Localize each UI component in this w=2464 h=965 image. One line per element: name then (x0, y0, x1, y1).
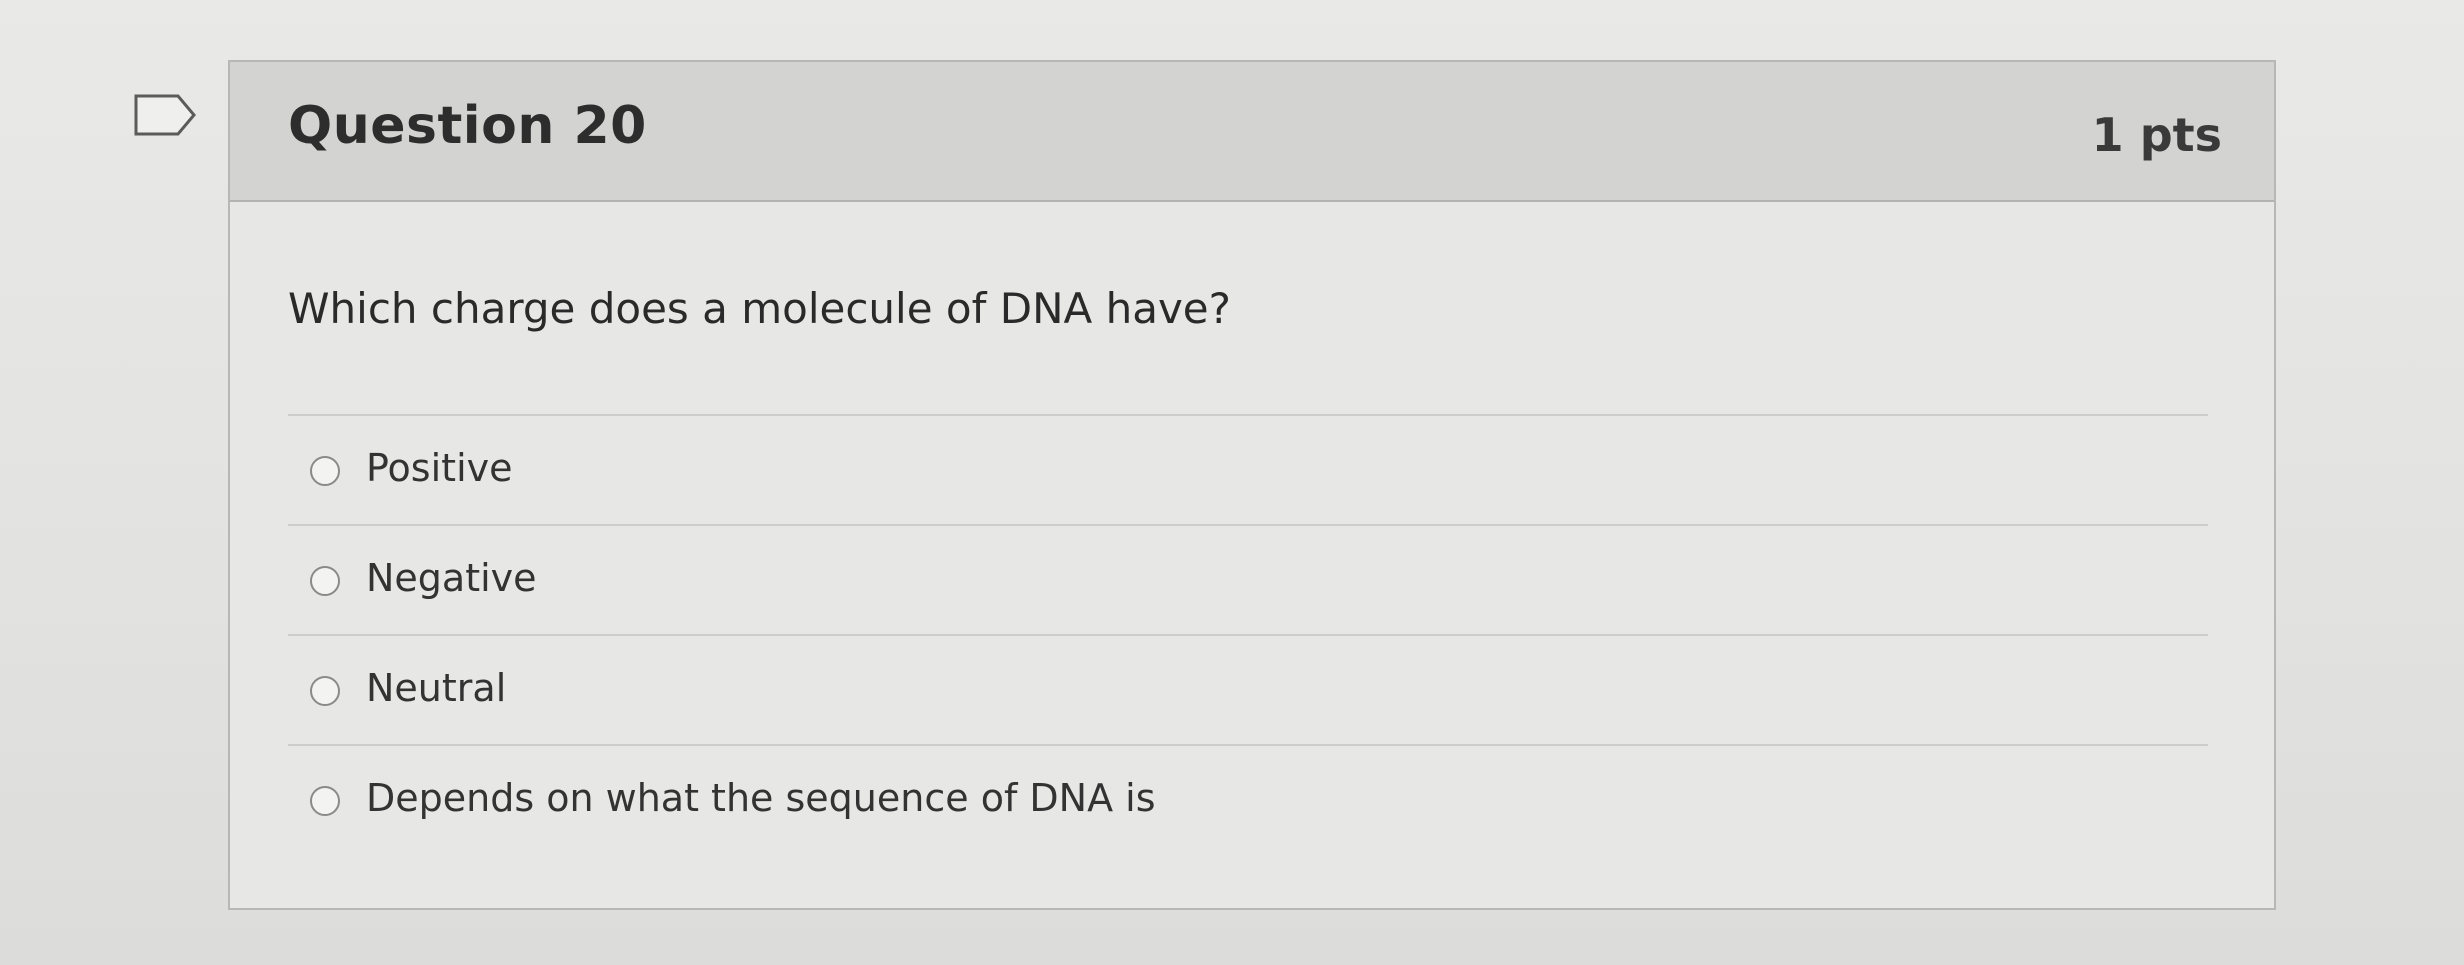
question-title: Question 20 (288, 96, 647, 156)
question-points: 1 pts (2091, 108, 2222, 162)
radio-icon[interactable] (310, 676, 340, 706)
radio-icon[interactable] (310, 456, 340, 486)
radio-icon[interactable] (310, 786, 340, 816)
radio-icon[interactable] (310, 566, 340, 596)
question-text: Which charge does a molecule of DNA have… (288, 284, 1231, 333)
answer-label: Depends on what the sequence of DNA is (366, 776, 1156, 820)
quiz-page: Question 20 1 pts Which charge does a mo… (0, 0, 2464, 965)
answer-list: Positive Negative Neutral Depends on wha… (288, 414, 2208, 854)
flag-icon[interactable] (132, 90, 198, 140)
question-card: Question 20 1 pts Which charge does a mo… (228, 60, 2276, 910)
question-header: Question 20 1 pts (230, 62, 2274, 202)
answer-label: Positive (366, 446, 513, 490)
answer-option-positive[interactable]: Positive (288, 414, 2208, 524)
answer-option-neutral[interactable]: Neutral (288, 634, 2208, 744)
answer-option-depends[interactable]: Depends on what the sequence of DNA is (288, 744, 2208, 854)
answer-label: Neutral (366, 666, 507, 710)
answer-option-negative[interactable]: Negative (288, 524, 2208, 634)
answer-label: Negative (366, 556, 537, 600)
